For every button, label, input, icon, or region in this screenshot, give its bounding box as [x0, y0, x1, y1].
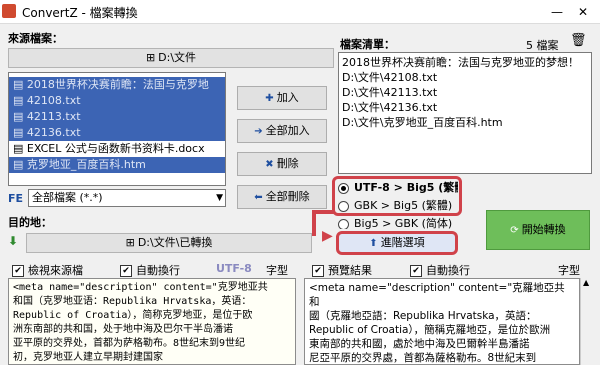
left-wrap-checkbox[interactable]: ✔ 自動換行 — [120, 262, 180, 278]
chevron-down-icon: ▼ — [216, 193, 223, 203]
target-path-bar[interactable]: ⊞ D:\文件\已轉換 — [26, 233, 312, 253]
highlight-frame — [332, 176, 462, 216]
view-source-checkbox[interactable]: ✔ 檢視來源檔 — [12, 262, 83, 278]
source-label: 來源檔案： — [8, 32, 63, 45]
list-item[interactable]: D:\文件\42136.txt — [339, 100, 591, 115]
list-item[interactable]: D:\文件\克罗地亚_百度百科.htm — [339, 115, 591, 130]
source-preview-text[interactable]: <meta name="description" content="克罗地亚共 … — [8, 278, 296, 365]
start-convert-button[interactable]: ⟳ 開始轉換 — [486, 210, 590, 250]
list-item[interactable]: D:\文件\42108.txt — [339, 70, 591, 85]
source-path: D:\文件 — [158, 51, 197, 64]
add-all-button[interactable]: ➔ 全部加入 — [237, 119, 327, 143]
folder-tree-icon: ⊞ — [145, 51, 156, 64]
window-title: ConvertZ - 檔案轉換 — [22, 6, 138, 20]
source-file-list[interactable]: ▤ 2018世界杯决赛前瞻：法国与克罗地 ▤ 42108.txt ▤ 42113… — [8, 72, 226, 186]
preview-checkbox[interactable]: ✔ 預覽結果 — [312, 262, 372, 278]
encoding-label: UTF-8 — [216, 262, 252, 275]
arrow-right-icon: ▶ — [322, 228, 333, 244]
list-item[interactable]: D:\文件\42113.txt — [339, 85, 591, 100]
option-big5-gbk[interactable]: Big5 > GBK (简体) — [338, 215, 458, 229]
list-item[interactable]: 2018世界杯决赛前瞻：法国与克罗地亚的梦想！ — [339, 55, 591, 70]
file-icon: ▤ — [13, 78, 27, 91]
filter-value: 全部檔案 (*.*) — [32, 191, 103, 204]
arrow-right-icon: ➔ — [254, 126, 263, 137]
app-icon — [2, 4, 16, 18]
right-wrap-checkbox[interactable]: ✔ 自動換行 — [410, 262, 470, 278]
list-item[interactable]: ▤ 42113.txt — [9, 109, 225, 125]
file-list[interactable]: 2018世界杯决赛前瞻：法国与克罗地亚的梦想！ D:\文件\42108.txt … — [338, 52, 592, 174]
list-item[interactable]: ▤ 42136.txt — [9, 125, 225, 141]
scroll-up-icon[interactable]: ▲ — [583, 278, 589, 287]
left-font-button[interactable]: 字型 — [266, 262, 288, 278]
target-label: 目的地： — [8, 216, 52, 229]
file-count: 5 檔案 — [526, 39, 559, 52]
check-icon: ✔ — [312, 265, 324, 277]
file-icon: ▤ — [13, 142, 27, 155]
close-button[interactable]: ✕ — [574, 3, 592, 21]
list-item[interactable]: ▤ 2018世界杯决赛前瞻：法国与克罗地 — [9, 77, 225, 93]
filter-select[interactable]: 全部檔案 (*.*) ▼ — [28, 189, 226, 207]
advanced-options-button[interactable]: ⬆ 進階選項 — [336, 231, 458, 255]
file-icon: ▤ — [13, 158, 27, 171]
target-path: D:\文件\已轉換 — [137, 236, 213, 249]
source-path-bar[interactable]: ⊞ D:\文件 — [8, 48, 334, 68]
add-icon: ✚ — [265, 93, 274, 104]
remove-button[interactable]: ✖ 刪除 — [237, 152, 327, 176]
check-icon: ✔ — [410, 265, 422, 277]
right-pane-header: ✔ 預覽結果 ✔ 自動換行 字型 — [304, 261, 592, 277]
folder-tree-icon: ⊞ — [125, 236, 135, 249]
add-button[interactable]: ✚ 加入 — [237, 86, 327, 110]
radio-icon — [338, 218, 349, 229]
right-font-button[interactable]: 字型 — [558, 262, 580, 278]
check-icon: ✔ — [12, 265, 24, 277]
clear-list-icon[interactable]: 🗑 — [570, 33, 587, 48]
result-preview-text[interactable]: <meta name="description" content="克羅地亞共和… — [304, 278, 580, 365]
filelist-label: 檔案清單： — [340, 38, 395, 51]
list-item[interactable]: ▤ 42108.txt — [9, 93, 225, 109]
file-icon: ▤ — [13, 126, 27, 139]
remove-icon: ✖ — [265, 159, 274, 170]
refresh-icon: ⟳ — [510, 225, 519, 236]
arrow-up-icon: ⬆ — [369, 238, 378, 249]
list-item[interactable]: ▤ EXCEL 公式与函数新书资料卡.docx — [9, 141, 225, 157]
arrow-left-icon: ⬅ — [254, 192, 263, 203]
check-icon: ✔ — [120, 265, 132, 277]
right-scrollbar[interactable]: ▲ — [580, 278, 592, 365]
minimize-button[interactable]: — — [548, 3, 566, 21]
file-icon: ▤ — [13, 94, 27, 107]
left-pane-header: ✔ 檢視來源檔 ✔ 自動換行 UTF-8 字型 — [8, 261, 296, 277]
arrow-down-icon[interactable]: ⬇ — [8, 234, 18, 248]
file-icon: ▤ — [13, 110, 27, 123]
remove-all-button[interactable]: ⬅ 全部刪除 — [237, 185, 327, 209]
filter-label: FE — [8, 192, 24, 205]
title-bar: ConvertZ - 檔案轉換 — ✕ — [0, 0, 600, 24]
list-item[interactable]: ▤ 克罗地亚_百度百科.htm — [9, 157, 225, 173]
